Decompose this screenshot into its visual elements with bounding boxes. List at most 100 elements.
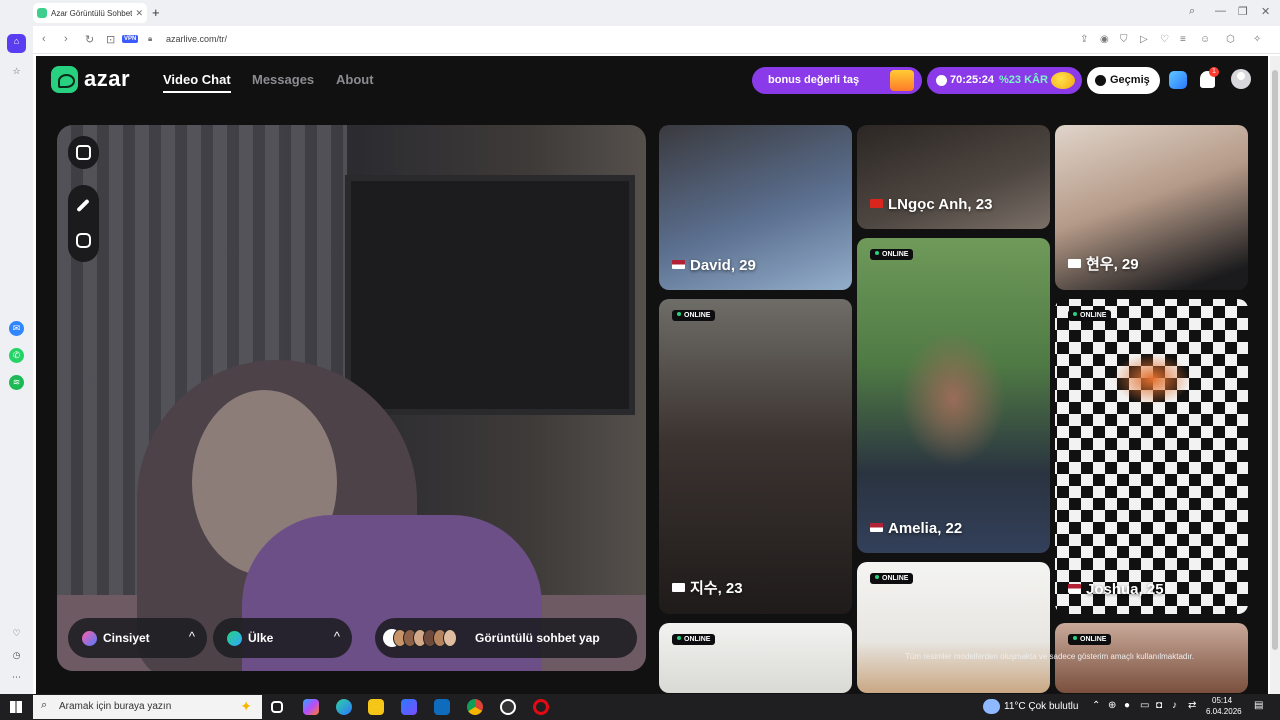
network-icon[interactable]: ⊕ <box>1108 700 1116 711</box>
chrome-icon[interactable] <box>467 699 483 715</box>
gem-icon[interactable] <box>1169 71 1187 89</box>
share-icon[interactable]: ⇪ <box>1080 34 1088 45</box>
url-field[interactable]: azarlive.com/tr/ <box>166 34 227 44</box>
profile-card[interactable]: ONLINE 지수, 23 <box>659 299 852 614</box>
camera-icon[interactable]: ◉ <box>1100 34 1109 45</box>
extensions-icon[interactable]: ⬡ <box>1226 34 1235 45</box>
menu-icon[interactable]: ≡ <box>1180 34 1186 45</box>
nav-video-chat[interactable]: Video Chat <box>163 72 231 87</box>
nav-about[interactable]: About <box>336 72 374 87</box>
speed-dial-icon[interactable]: ⊡ <box>106 33 115 46</box>
home-icon[interactable]: ⌂ <box>7 34 26 53</box>
history-icon <box>1095 75 1106 86</box>
expand-icon <box>76 145 91 160</box>
start-video-chat-button[interactable]: Görüntülü sohbet yap <box>375 618 637 658</box>
profile-name: 현우, 29 <box>1068 253 1139 274</box>
spotify-icon[interactable]: ≋ <box>9 375 24 390</box>
coins-icon <box>1051 72 1075 89</box>
whatsapp-icon[interactable]: ✆ <box>9 348 24 363</box>
back-icon[interactable]: ‹ <box>42 33 46 45</box>
windows-start-icon[interactable] <box>10 701 22 713</box>
sparkle-icon: ✦ <box>240 698 252 714</box>
new-tab-button[interactable]: + <box>152 6 160 19</box>
copilot-icon[interactable] <box>303 699 319 715</box>
close-tab-icon[interactable]: ✕ <box>135 8 143 19</box>
heart-icon[interactable]: ♡ <box>9 626 24 641</box>
app-icon[interactable] <box>500 699 516 715</box>
online-badge: ONLINE <box>870 573 914 584</box>
scrollbar-thumb[interactable] <box>1272 70 1278 650</box>
avatar[interactable] <box>1231 69 1251 89</box>
reload-icon[interactable]: ↻ <box>85 33 94 46</box>
more-icon[interactable]: ⋯ <box>9 670 24 685</box>
history-button[interactable]: Geçmiş <box>1087 67 1160 94</box>
close-window-icon[interactable]: ✕ <box>1261 5 1270 18</box>
play-icon[interactable]: ▷ <box>1140 34 1148 45</box>
browser-tab-bar: Azar Görüntülü Sohbet & ✕ + ⌕ — ❐ ✕ <box>0 0 1280 26</box>
display-icon[interactable]: ▭ <box>1140 700 1149 711</box>
discount-timer-button[interactable]: 70:25:24 %23 KÂR <box>927 67 1082 94</box>
browser-search-icon[interactable]: ⌕ <box>1189 5 1195 18</box>
store-icon[interactable] <box>401 699 417 715</box>
nav-messages[interactable]: Messages <box>252 72 314 87</box>
weather-status[interactable]: 11°C Çok bulutlu <box>1004 701 1078 712</box>
microphone-icon[interactable]: ● <box>1124 700 1130 711</box>
profile-card[interactable]: David, 29 <box>659 125 852 290</box>
lock-icon[interactable]: 🔒︎ <box>148 34 152 44</box>
page-scrollbar[interactable] <box>1270 56 1280 694</box>
model-disclaimer: Tüm resimler modellerden oluşmakta ve sa… <box>905 652 1195 661</box>
nav-active-underline <box>163 91 231 93</box>
profile-name: David, 29 <box>672 257 756 274</box>
browser-tab[interactable]: Azar Görüntülü Sohbet & ✕ <box>33 3 147 23</box>
magic-wand-icon[interactable] <box>76 198 90 213</box>
language-icon[interactable]: ⇄ <box>1188 700 1196 711</box>
minimize-icon[interactable]: — <box>1215 5 1226 17</box>
notifications-icon[interactable]: ▤ <box>1254 700 1263 711</box>
profile-card[interactable]: LNgọc Anh, 23 <box>857 125 1050 229</box>
taskbar-date[interactable]: 6.04.2026 <box>1206 707 1242 716</box>
volume-icon[interactable]: ♪ <box>1172 700 1177 711</box>
countdown-timer: 70:25:24 <box>950 74 995 86</box>
chevron-up-icon: ^ <box>333 629 340 644</box>
ai-icon[interactable]: ✧ <box>1253 34 1261 45</box>
effects-toolbar <box>68 185 99 262</box>
history-icon[interactable]: ◷ <box>9 648 24 663</box>
profile-card[interactable]: ONLINE Amelia, 22 <box>857 238 1050 553</box>
chevron-up-icon[interactable]: ⌃ <box>1092 700 1100 711</box>
face-filter-icon[interactable] <box>76 233 91 248</box>
file-explorer-icon[interactable] <box>368 699 384 715</box>
opera-taskbar-icon[interactable] <box>533 699 549 715</box>
online-badge: ONLINE <box>1068 310 1112 321</box>
azar-logo-icon[interactable] <box>51 66 78 93</box>
azar-logo-text[interactable]: azar <box>84 66 130 92</box>
shield-icon[interactable]: ⛉ <box>1120 34 1128 45</box>
azar-app: azar Video Chat Messages About bonus değ… <box>36 56 1268 694</box>
heart-icon[interactable]: ♡ <box>1160 34 1169 45</box>
country-filter-button[interactable]: Ülke ^ <box>213 618 352 658</box>
weather-cloud-icon[interactable] <box>983 699 1000 714</box>
profile-icon[interactable]: ☺ <box>1200 34 1210 45</box>
profile-card[interactable]: ONLINE <box>857 562 1050 693</box>
messenger-icon[interactable]: ✉ <box>9 321 24 336</box>
profile-card[interactable]: ONLINE <box>659 623 852 693</box>
edge-icon[interactable] <box>336 699 352 715</box>
gender-filter-button[interactable]: Cinsiyet ^ <box>68 618 207 658</box>
bonus-gem-promo-button[interactable]: bonus değerli taş <box>752 67 922 94</box>
taskbar-search-input[interactable]: ⌕ Aramak için buraya yazın ✦ <box>33 695 262 719</box>
forward-icon[interactable]: › <box>64 33 68 45</box>
star-icon[interactable]: ☆ <box>9 64 24 79</box>
search-placeholder: Aramak için buraya yazın <box>59 701 172 712</box>
profile-name: Amelia, 22 <box>870 520 962 537</box>
vn-flag-icon <box>870 199 883 208</box>
camera-image-window <box>345 175 635 415</box>
profile-card[interactable]: ONLINE Joshua, 25 <box>1055 299 1248 614</box>
start-video-chat-label: Görüntülü sohbet yap <box>475 631 600 645</box>
maximize-icon[interactable]: ❐ <box>1238 5 1248 18</box>
task-view-icon[interactable] <box>271 701 283 713</box>
fullscreen-tool[interactable] <box>68 136 99 169</box>
taskbar-time[interactable]: 05:14 <box>1212 696 1232 705</box>
outlook-icon[interactable] <box>434 699 450 715</box>
vpn-badge[interactable]: VPN <box>122 35 139 43</box>
profile-card[interactable]: 현우, 29 <box>1055 125 1248 290</box>
camera-icon[interactable]: ◘ <box>1156 700 1162 711</box>
